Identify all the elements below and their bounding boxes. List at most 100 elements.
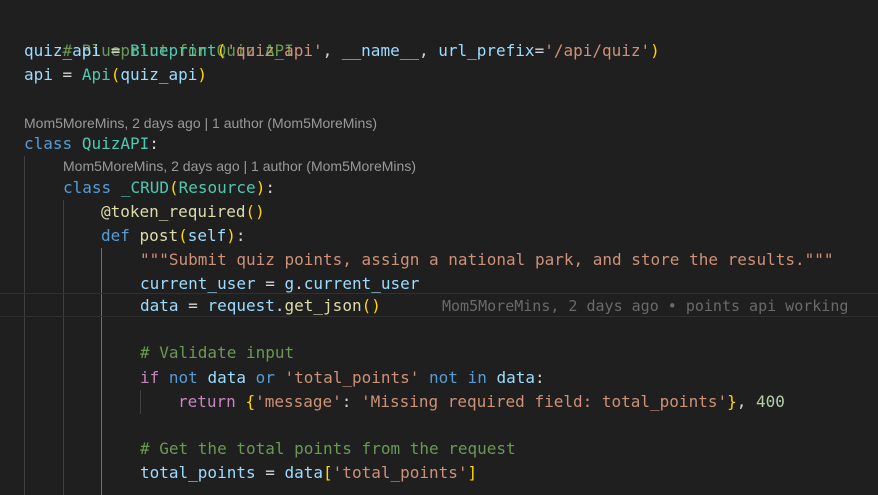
bracket: (	[245, 202, 256, 221]
variable: quiz_api	[120, 65, 198, 84]
code-editor[interactable]: # Blueprint for Quiz API quiz_api = Blue…	[0, 0, 878, 495]
bracket: )	[371, 296, 381, 315]
bracket: (	[168, 178, 179, 197]
decorator: @	[101, 202, 111, 221]
code-line-decorator[interactable]: @token_required()	[101, 200, 265, 224]
bracket: }	[727, 392, 737, 411]
punctuation: :	[535, 368, 545, 387]
keyword: not	[168, 368, 198, 387]
punctuation: ,	[736, 392, 756, 411]
variable: total_points	[140, 463, 256, 482]
bracket: )	[226, 226, 236, 245]
class-name: QuizAPI	[81, 134, 150, 153]
punctuation: ,	[418, 41, 439, 60]
indent-guide-active	[101, 248, 102, 495]
string: 'quiz_api'	[226, 41, 323, 60]
code-line-get-json[interactable]: data = request.get_json()	[140, 294, 381, 318]
string: 'total_points'	[284, 368, 420, 387]
keyword: in	[467, 368, 487, 387]
comment: # Validate input	[140, 343, 295, 362]
string: 'message'	[255, 392, 342, 411]
bracket: (	[110, 65, 121, 84]
code-line-blueprint[interactable]: quiz_api = Blueprint('quiz_api', __name_…	[24, 39, 660, 63]
bracket: [	[323, 463, 333, 482]
keyword-argument: url_prefix	[438, 41, 535, 60]
code-line-def-post[interactable]: def post(self):	[101, 224, 246, 248]
code-line-api[interactable]: api = Api(quiz_api)	[24, 63, 207, 87]
codelens-author[interactable]: Mom5MoreMins, 2 days ago | 1 author (Mom…	[24, 113, 377, 133]
variable: api	[24, 65, 53, 84]
code-line-class-crud[interactable]: class _CRUD(Resource):	[63, 176, 275, 200]
indent-guide	[140, 390, 141, 414]
bracket: (	[361, 296, 372, 315]
indent-guide	[24, 156, 25, 495]
variable: __name__	[341, 41, 419, 60]
code-line-current-user[interactable]: current_user = g.current_user	[140, 272, 419, 296]
punctuation: .	[294, 274, 304, 293]
class-name: _CRUD	[120, 178, 169, 197]
punctuation: :	[235, 226, 246, 245]
code-line-comment[interactable]: # Blueprint for Quiz API	[24, 15, 294, 60]
operator: =	[178, 296, 208, 315]
variable: data	[207, 368, 246, 387]
keyword: not	[429, 368, 458, 387]
code-line-total-points[interactable]: total_points = data['total_points']	[140, 461, 477, 485]
function-name: post	[139, 226, 179, 245]
bracket: (	[178, 226, 188, 245]
variable: data	[496, 368, 536, 387]
keyword: class	[63, 178, 112, 197]
punctuation: ,	[322, 41, 342, 60]
punctuation: :	[149, 134, 159, 153]
keyword: or	[255, 368, 275, 387]
code-line-return[interactable]: return {'message': 'Missing required fie…	[178, 390, 785, 414]
bracket: (	[216, 41, 227, 60]
punctuation: :	[265, 178, 275, 197]
variable: data	[140, 296, 179, 315]
code-line-comment[interactable]: # Validate input	[140, 341, 294, 365]
bracket: ]	[467, 463, 478, 482]
string: 'total_points'	[332, 463, 468, 482]
code-line-docstring[interactable]: """Submit quiz points, assign a national…	[140, 248, 834, 272]
code-line-if[interactable]: if not data or 'total_points' not in dat…	[140, 366, 545, 390]
variable: g	[284, 274, 295, 293]
function-name: token_required	[110, 202, 246, 221]
operator: =	[52, 65, 82, 84]
function-name: get_json	[284, 296, 362, 315]
class-name: Blueprint	[129, 41, 217, 60]
comment: # Get the total points from the request	[140, 439, 516, 458]
string: '/api/quiz'	[544, 41, 651, 60]
operator: =	[534, 41, 545, 60]
number: 400	[756, 392, 785, 411]
keyword: return	[178, 392, 236, 411]
keyword: def	[101, 226, 130, 245]
operator: =	[101, 41, 130, 60]
code-line-comment[interactable]: # Get the total points from the request	[140, 437, 516, 461]
bracket: )	[255, 178, 266, 197]
inline-git-blame[interactable]: Mom5MoreMins, 2 days ago • points api wo…	[442, 294, 848, 318]
indent-guide	[63, 200, 64, 495]
parameter: self	[187, 226, 227, 245]
class-name: Api	[81, 65, 111, 84]
attribute: current_user	[303, 274, 420, 293]
docstring: """Submit quiz points, assign a national…	[140, 250, 834, 269]
keyword: class	[24, 134, 73, 153]
string: 'Missing required field: total_points'	[361, 392, 728, 411]
bracket: )	[650, 41, 660, 60]
code-line-class-quizapi[interactable]: class QuizAPI:	[24, 132, 159, 156]
operator: =	[255, 463, 285, 482]
codelens-author[interactable]: Mom5MoreMins, 2 days ago | 1 author (Mom…	[63, 156, 416, 176]
variable: current_user	[140, 274, 256, 293]
bracket: )	[197, 65, 208, 84]
variable: quiz_api	[24, 41, 102, 60]
punctuation: .	[274, 296, 285, 315]
